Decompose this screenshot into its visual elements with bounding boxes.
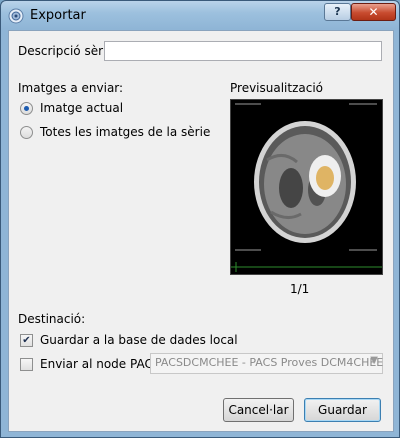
pacs-node-value: PACSDCMCHEE - PACS Proves DCM4CHEE (155, 356, 384, 369)
preview-image (230, 99, 383, 275)
close-button[interactable]: ✕ (351, 3, 396, 21)
export-dialog: Exportar ? ✕ Descripció sèrie: Imatges a… (0, 0, 400, 438)
preview-counter: 1/1 (290, 282, 310, 296)
local-db-label[interactable]: Guardar a la base de dades local (40, 333, 238, 347)
description-label: Descripció sèrie: (18, 44, 118, 58)
all-series-images-label[interactable]: Totes les imatges de la sèrie (40, 125, 210, 139)
save-button[interactable]: Guardar (304, 398, 381, 422)
pacs-checkbox[interactable] (20, 358, 33, 371)
pacs-label[interactable]: Enviar al node PACS: (40, 357, 165, 371)
help-button[interactable]: ? (324, 3, 351, 21)
local-db-checkbox[interactable]: ✔ (20, 334, 33, 347)
window-title: Exportar (30, 8, 86, 23)
images-label: Imatges a enviar: (18, 81, 124, 95)
description-input[interactable] (104, 41, 382, 61)
preview-label: Previsualització (230, 81, 324, 95)
chevron-down-icon: ▼ (370, 355, 378, 366)
cancel-button[interactable]: Cancel·lar (223, 398, 294, 422)
app-icon (8, 8, 24, 24)
destination-label: Destinació: (18, 312, 86, 326)
title-bar[interactable]: Exportar ? ✕ (1, 1, 399, 30)
current-image-label[interactable]: Imatge actual (40, 101, 123, 115)
radio-current-image[interactable] (20, 102, 33, 115)
dialog-body: Descripció sèrie: Imatges a enviar: Imat… (8, 30, 394, 432)
radio-all-series-images[interactable] (20, 126, 33, 139)
pacs-node-select[interactable]: PACSDCMCHEE - PACS Proves DCM4CHEE ▼ (150, 353, 383, 374)
ct-scan-image (231, 100, 382, 274)
